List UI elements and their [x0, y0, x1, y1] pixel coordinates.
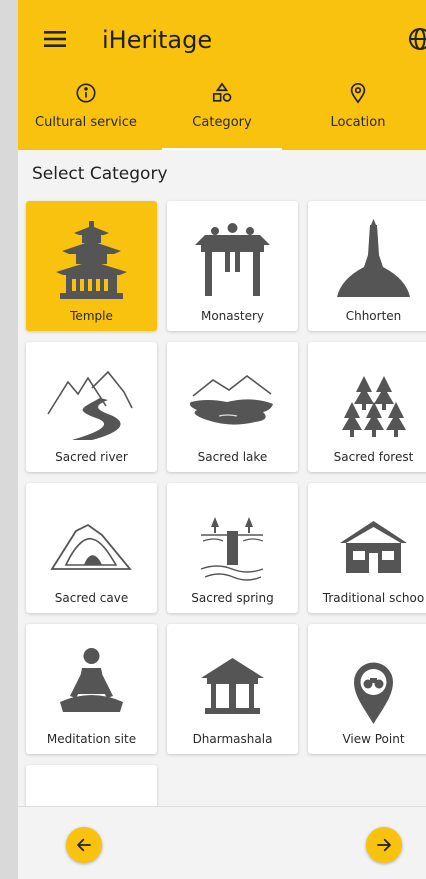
- view-point-icon: [354, 662, 393, 724]
- section-title: Select Category: [32, 164, 168, 184]
- shapes-icon: [212, 82, 232, 102]
- tab-label: Category: [192, 115, 252, 130]
- category-card-sacred-river[interactable]: Sacred river: [26, 342, 157, 472]
- tab-label: Cultural service: [35, 115, 137, 130]
- category-card-chhorten[interactable]: Chhorten: [308, 201, 426, 331]
- spring-icon: [200, 517, 264, 581]
- app-screen: iHeritage Cultural service Category Loca…: [18, 0, 426, 879]
- monastery-gate-icon: [195, 223, 270, 296]
- category-card-dharmashala[interactable]: Dharmashala: [167, 624, 298, 754]
- top-app-bar: iHeritage Cultural service Category Loca…: [18, 0, 426, 150]
- bottom-navigation: [18, 806, 426, 879]
- chhorten-stupa-icon: [337, 219, 410, 297]
- river-icon: [47, 370, 133, 440]
- category-card-sacred-cave[interactable]: Sacred cave: [26, 483, 157, 613]
- category-card-meditation-site[interactable]: Meditation site: [26, 624, 157, 754]
- cave-icon: [50, 523, 132, 570]
- category-label: Chhorten: [345, 309, 402, 323]
- dharmashala-icon: [201, 658, 264, 714]
- location-pin-icon: [350, 83, 366, 104]
- temple-icon: [56, 221, 127, 299]
- arrow-left-icon[interactable]: [66, 827, 102, 863]
- tab-cultural-service[interactable]: Cultural service: [18, 76, 154, 150]
- tab-location[interactable]: Location: [290, 76, 426, 150]
- category-card-monastery[interactable]: Monastery: [167, 201, 298, 331]
- category-label: Dharmashala: [192, 732, 273, 746]
- menu-icon[interactable]: [40, 24, 70, 54]
- category-label: Sacred cave: [54, 591, 129, 605]
- category-label: Meditation site: [46, 732, 137, 746]
- category-card-view-point[interactable]: View Point: [308, 624, 426, 754]
- category-label: Monastery: [200, 309, 265, 323]
- tab-label: Location: [330, 115, 386, 130]
- category-label: Sacred forest: [333, 450, 414, 464]
- globe-icon[interactable]: [408, 27, 426, 51]
- meditation-icon: [60, 648, 123, 712]
- category-label: Traditional schoo: [322, 591, 425, 605]
- category-label: Temple: [70, 309, 113, 323]
- category-label: Sacred spring: [191, 591, 274, 605]
- category-label: View Point: [342, 732, 405, 746]
- school-icon: [340, 521, 407, 573]
- category-card-sacred-forest[interactable]: Sacred forest: [308, 342, 426, 472]
- category-card-traditional-school[interactable]: Traditional schoo: [308, 483, 426, 613]
- arrow-right-icon[interactable]: [366, 827, 402, 863]
- info-icon: [76, 83, 96, 103]
- category-card-temple[interactable]: Temple: [26, 201, 157, 331]
- tab-category[interactable]: Category: [154, 76, 290, 150]
- category-label: Sacred river: [55, 450, 128, 464]
- app-title: iHeritage: [102, 26, 213, 54]
- lake-icon: [189, 374, 273, 425]
- category-label: Sacred lake: [197, 450, 268, 464]
- forest-icon: [342, 376, 406, 437]
- category-card-sacred-lake[interactable]: Sacred lake: [167, 342, 298, 472]
- category-card-sacred-spring[interactable]: Sacred spring: [167, 483, 298, 613]
- tab-bar: Cultural service Category Location: [18, 76, 426, 150]
